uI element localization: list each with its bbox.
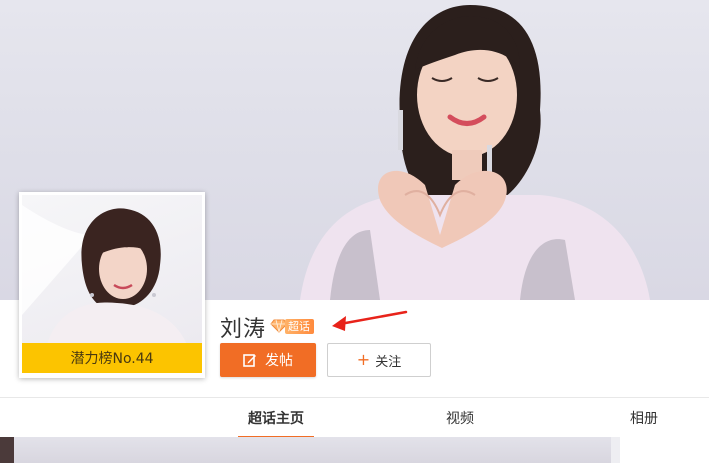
annotation-arrow-icon — [332, 310, 408, 331]
tab-super-topic-home[interactable]: 超话主页 — [238, 398, 314, 438]
sidebar-card — [620, 437, 709, 463]
follow-label: 关注 — [375, 354, 402, 370]
rank-label: 潜力榜No.44 — [70, 351, 154, 367]
tab-label: 相册 — [630, 411, 658, 427]
avatar[interactable] — [22, 195, 202, 345]
profile-name: 刘涛 — [220, 317, 267, 342]
plus-icon: + — [356, 350, 371, 369]
feed-banner-edge — [0, 437, 14, 463]
tab-label: 视频 — [446, 411, 474, 427]
post-label: 发帖 — [265, 353, 293, 369]
avatar-illustration — [22, 205, 187, 345]
edit-icon — [243, 354, 256, 367]
tab-label: 超话主页 — [248, 411, 304, 427]
follow-button[interactable]: + 关注 — [327, 343, 431, 377]
feed-banner — [0, 437, 611, 463]
tab-bar: 超话主页 视频 相册 — [0, 397, 709, 438]
badge-label: 超话 — [288, 320, 310, 333]
avatar-card[interactable]: 潜力榜No.44 — [19, 192, 205, 378]
tab-video[interactable]: 视频 — [430, 398, 490, 438]
badge-pill: 超话 — [285, 318, 314, 334]
post-button[interactable]: 发帖 — [220, 343, 316, 377]
rank-bar[interactable]: 潜力榜No.44 — [22, 343, 202, 373]
super-topic-badge: 超话 — [270, 318, 318, 334]
tab-album[interactable]: 相册 — [614, 398, 674, 438]
